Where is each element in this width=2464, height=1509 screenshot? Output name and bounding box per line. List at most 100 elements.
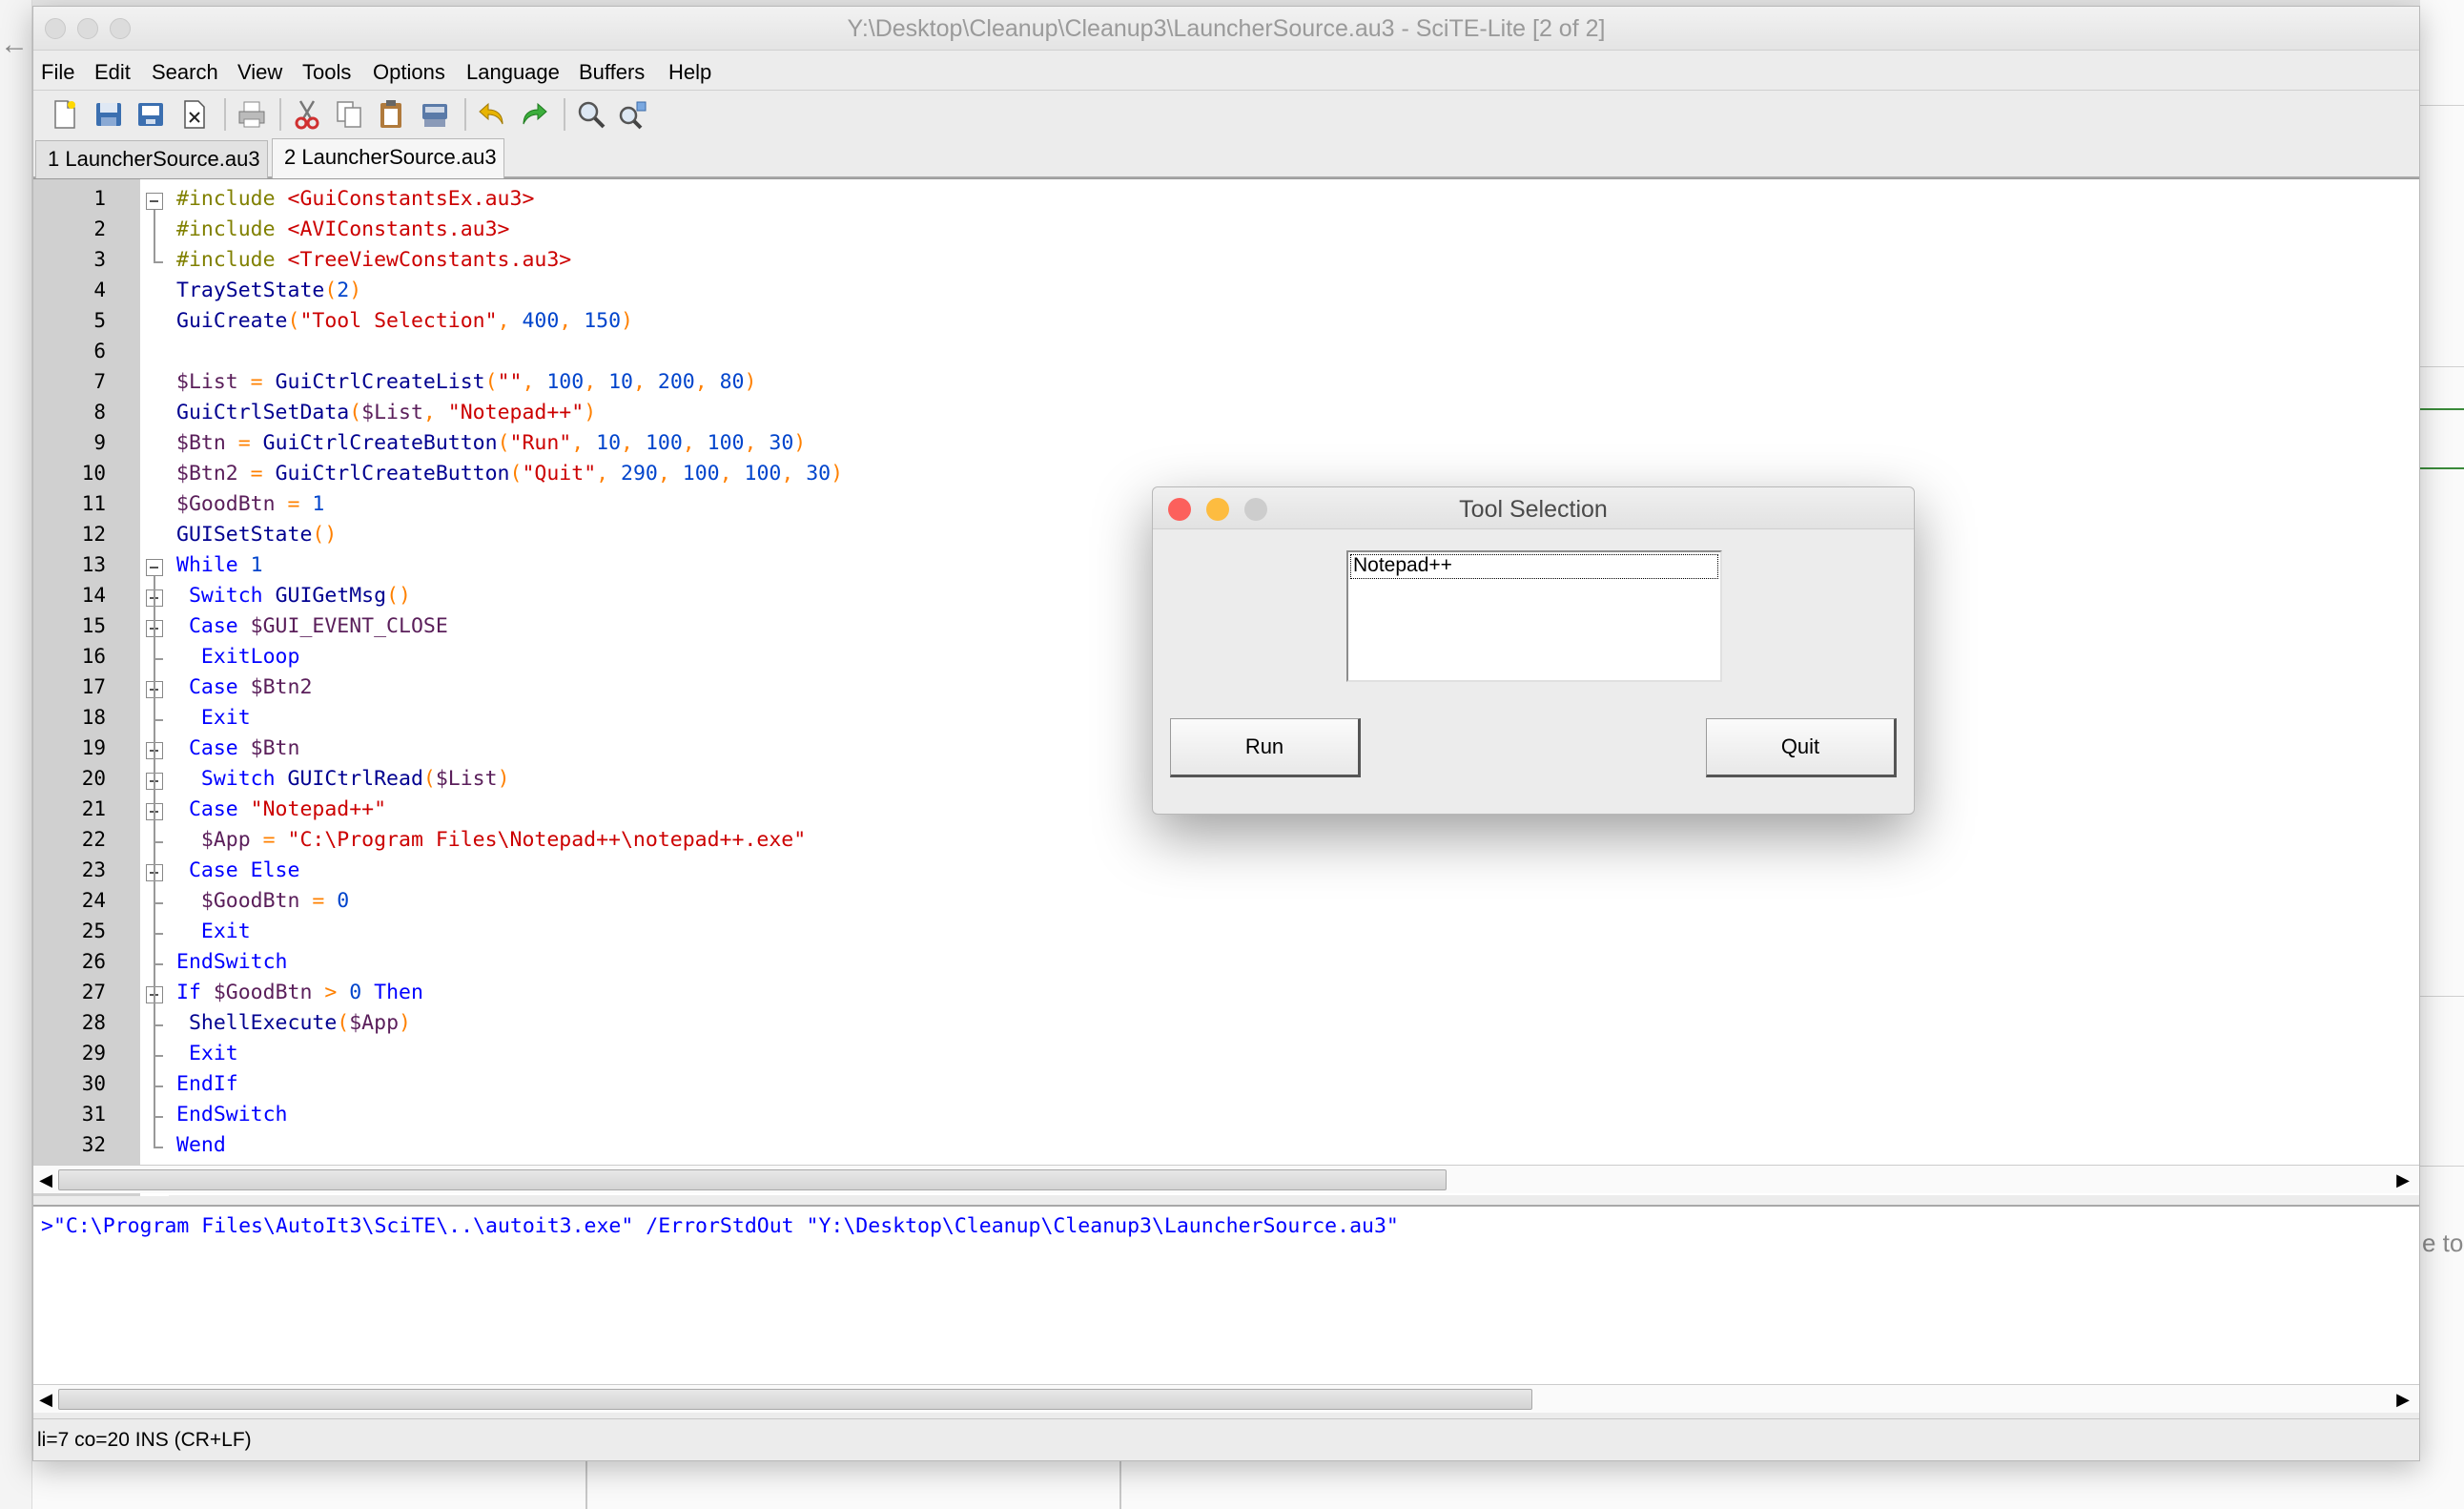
scroll-left-arrow-icon[interactable]: ◀: [35, 1389, 56, 1410]
copy-icon[interactable]: [331, 96, 367, 133]
output-pane[interactable]: >"C:\Program Files\AutoIt3\SciTE\..\auto…: [33, 1205, 2419, 1386]
find-icon[interactable]: [573, 96, 609, 133]
menu-edit[interactable]: Edit: [94, 60, 131, 85]
window-title: Y:\Desktop\Cleanup\Cleanup3\LauncherSour…: [847, 15, 1606, 42]
output-horizontal-scrollbar[interactable]: ◀ ▶: [33, 1384, 2419, 1413]
code-line[interactable]: #include <GuiConstantsEx.au3>: [176, 187, 534, 211]
code-token: $App: [349, 1011, 400, 1035]
code-line[interactable]: While 1: [176, 553, 263, 577]
code-token: ShellExecute: [176, 1011, 338, 1035]
quit-button[interactable]: Quit: [1706, 718, 1897, 777]
line-number: 26: [81, 950, 106, 973]
redo-icon[interactable]: [516, 96, 552, 133]
menu-search[interactable]: Search: [152, 60, 218, 85]
list-item-notepad[interactable]: Notepad++: [1350, 554, 1718, 579]
code-line[interactable]: TraySetState(2): [176, 279, 361, 302]
output-scroll-thumb[interactable]: [58, 1389, 1532, 1410]
line-number: 13: [81, 553, 106, 576]
paste-icon[interactable]: [373, 96, 409, 133]
code-line[interactable]: Case $GUI_EVENT_CLOSE: [176, 614, 448, 638]
code-line[interactable]: Exit: [176, 706, 251, 730]
dialog-title-bar[interactable]: Tool Selection: [1153, 487, 1914, 529]
fold-guide-tick: [154, 963, 163, 965]
editor-scroll-thumb[interactable]: [58, 1169, 1447, 1190]
code-token: ,: [522, 370, 547, 394]
code-line[interactable]: $GoodBtn = 1: [176, 492, 324, 516]
menu-options[interactable]: Options: [373, 60, 445, 85]
menu-language[interactable]: Language: [466, 60, 560, 85]
code-line[interactable]: EndSwitch: [176, 1103, 288, 1127]
code-line[interactable]: Case $Btn2: [176, 675, 312, 699]
editor-horizontal-scrollbar[interactable]: ◀ ▶: [33, 1165, 2419, 1193]
save-icon[interactable]: [133, 96, 169, 133]
scroll-right-arrow-icon[interactable]: ▶: [2392, 1169, 2413, 1190]
back-arrow-icon[interactable]: ←: [0, 29, 29, 61]
code-line[interactable]: Switch GUICtrlRead($List): [176, 767, 510, 791]
line-number: 24: [81, 889, 106, 912]
code-token: "C:\Program Files\Notepad++\notepad++.ex…: [287, 828, 807, 852]
code-line[interactable]: EndIf: [176, 1072, 238, 1096]
code-token: 80: [719, 370, 745, 394]
code-line[interactable]: #include <AVIConstants.au3>: [176, 217, 510, 241]
code-line[interactable]: GUISetState(): [176, 523, 337, 547]
code-line[interactable]: Case Else: [176, 858, 300, 882]
run-button[interactable]: Run: [1170, 718, 1361, 777]
code-token: ExitLoop: [176, 645, 300, 669]
menu-buffers[interactable]: Buffers: [579, 60, 645, 85]
code-token: GUICtrlRead: [287, 767, 423, 791]
new-file-icon[interactable]: [47, 96, 83, 133]
code-line[interactable]: ExitLoop: [176, 645, 300, 669]
code-line[interactable]: ShellExecute($App): [176, 1011, 411, 1035]
code-line[interactable]: EndSwitch: [176, 950, 288, 974]
code-line[interactable]: Wend: [176, 1133, 226, 1157]
fold-toggle-icon[interactable]: [146, 193, 163, 210]
code-line[interactable]: Case $Btn: [176, 736, 300, 760]
code-line[interactable]: Case "Notepad++": [176, 797, 386, 821]
code-line[interactable]: #include <TreeViewConstants.au3>: [176, 248, 571, 272]
scroll-right-arrow-icon[interactable]: ▶: [2392, 1389, 2413, 1410]
close-file-icon[interactable]: [176, 96, 213, 133]
scroll-left-arrow-icon[interactable]: ◀: [35, 1169, 56, 1190]
code-token: Case: [176, 736, 251, 760]
undo-icon[interactable]: [474, 96, 510, 133]
fold-guide-tick: [154, 841, 163, 843]
code-token: ): [497, 767, 510, 791]
line-number: 28: [81, 1011, 106, 1034]
code-token: ,: [694, 370, 720, 394]
dialog-title: Tool Selection: [1459, 496, 1608, 523]
cut-icon[interactable]: [289, 96, 325, 133]
tab-buffer-2[interactable]: 2 LauncherSource.au3: [272, 138, 504, 180]
code-token: Case: [176, 614, 251, 638]
code-token: $List: [361, 401, 423, 424]
code-line[interactable]: GuiCtrlSetData($List, "Notepad++"): [176, 401, 596, 424]
code-line[interactable]: $List = GuiCtrlCreateList("", 100, 10, 2…: [176, 370, 756, 394]
print-icon[interactable]: [234, 96, 270, 133]
fold-toggle-icon[interactable]: [146, 559, 163, 576]
line-number: 21: [81, 797, 106, 820]
menu-tools[interactable]: Tools: [302, 60, 351, 85]
title-bar[interactable]: Y:\Desktop\Cleanup\Cleanup3\LauncherSour…: [33, 7, 2419, 51]
menu-file[interactable]: File: [41, 60, 74, 85]
code-token: EndSwitch: [176, 950, 288, 974]
code-line[interactable]: Exit: [176, 1042, 238, 1065]
code-line[interactable]: $GoodBtn = 0: [176, 889, 349, 913]
line-number: 5: [93, 309, 106, 332]
code-line[interactable]: Exit: [176, 920, 251, 943]
tab-buffer-1[interactable]: 1 LauncherSource.au3: [35, 140, 268, 178]
code-line[interactable]: GuiCreate("Tool Selection", 400, 150): [176, 309, 633, 333]
line-number: 25: [81, 920, 106, 942]
code-token: 100: [744, 462, 782, 486]
code-line[interactable]: If $GoodBtn > 0 Then: [176, 981, 423, 1004]
code-line[interactable]: $App = "C:\Program Files\Notepad++\notep…: [176, 828, 806, 852]
background-divider: [2420, 105, 2464, 106]
menu-help[interactable]: Help: [668, 60, 711, 85]
menu-view[interactable]: View: [237, 60, 282, 85]
replace-icon[interactable]: [615, 96, 651, 133]
code-line[interactable]: $Btn2 = GuiCtrlCreateButton("Quit", 290,…: [176, 462, 843, 486]
code-line[interactable]: $Btn = GuiCtrlCreateButton("Run", 10, 10…: [176, 431, 806, 455]
code-line[interactable]: Switch GUIGetMsg(): [176, 584, 411, 608]
code-token: (: [337, 1011, 350, 1035]
open-file-icon[interactable]: [91, 96, 127, 133]
delete-icon[interactable]: [417, 96, 453, 133]
tool-listbox[interactable]: Notepad++: [1346, 550, 1722, 682]
